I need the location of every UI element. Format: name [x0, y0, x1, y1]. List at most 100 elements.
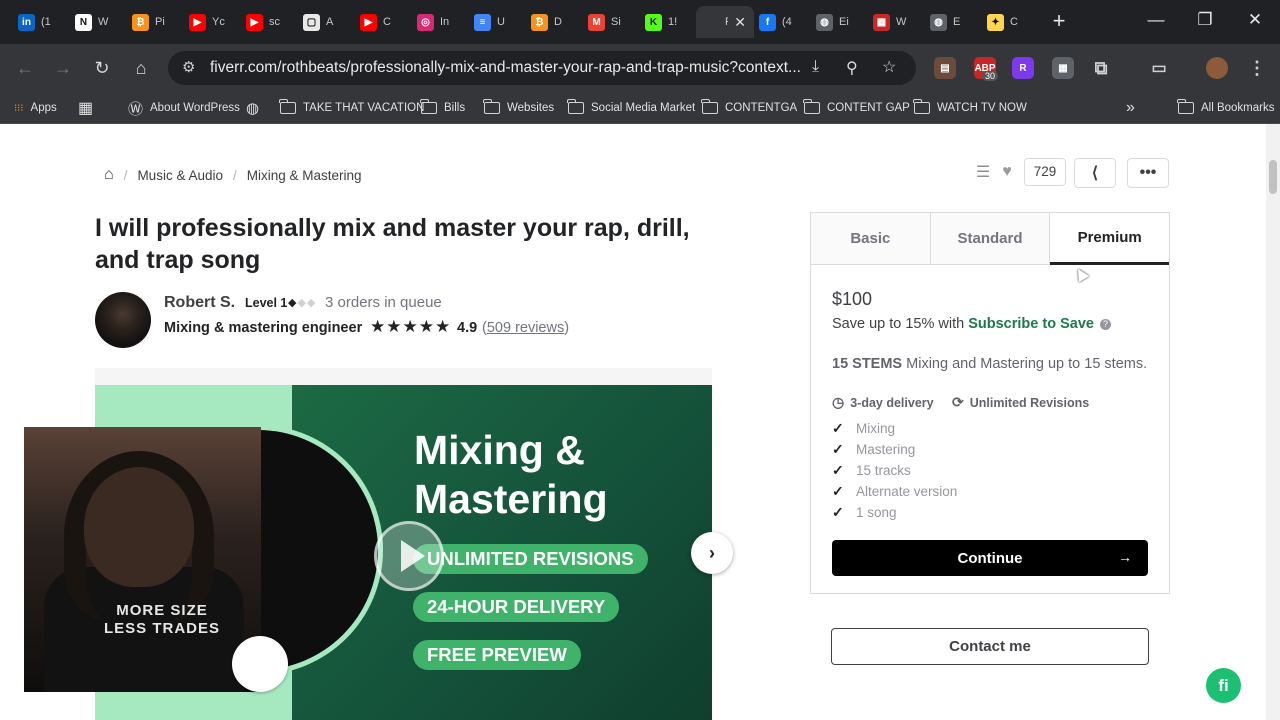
browser-tab[interactable]: ▦ W [867, 6, 925, 38]
address-bar[interactable]: ⚙ fiverr.com/rothbeats/professionally-mi… [168, 51, 916, 85]
browser-tab[interactable]: ✦ C [981, 6, 1039, 38]
new-tab-button[interactable]: + [1044, 8, 1074, 34]
gig-actions: ☰ ♥ 729 [972, 158, 1066, 186]
tab-title: W [896, 16, 907, 28]
browser-tab[interactable]: ₿ Pi [126, 6, 184, 38]
help-icon[interactable]: ? [1099, 319, 1111, 330]
subscribe-save-line: Save up to 15% with Subscribe to Save? [832, 316, 1111, 332]
breadcrumb-mixing-mastering[interactable]: Mixing & Mastering [247, 168, 362, 183]
scrollbar-thumb[interactable] [1269, 160, 1277, 194]
play-video-icon[interactable] [374, 521, 444, 591]
browser-tab[interactable]: ◍ Ei [810, 6, 868, 38]
pip-round-button[interactable] [232, 636, 288, 692]
extension-1-icon[interactable]: ▤ [934, 57, 956, 79]
more-options-button[interactable]: ••• [1127, 158, 1169, 188]
subscribe-to-save-link[interactable]: Subscribe to Save [968, 316, 1094, 332]
site-info-icon[interactable]: ⚙ [182, 51, 195, 85]
page-scrollbar[interactable] [1266, 124, 1280, 720]
browser-tab[interactable]: ▢ A [297, 6, 355, 38]
facebook-icon: f [759, 13, 776, 31]
continue-button[interactable]: Continue → [832, 540, 1148, 576]
gallery-next-button[interactable]: › [691, 532, 733, 574]
bookmark-label: Apps [30, 102, 57, 114]
tab-title: C [1010, 16, 1018, 28]
like-count[interactable]: 729 [1024, 158, 1066, 186]
tab-title: A [326, 16, 334, 28]
forward-button[interactable]: → [50, 55, 76, 81]
browser-tab[interactable]: ▶ Yc [183, 6, 241, 38]
bookmark-item[interactable]: CONTENT GAP [803, 99, 910, 117]
tab-title: C [383, 16, 391, 28]
back-button[interactable]: ← [12, 55, 38, 81]
bookmark-item[interactable]: ▦ [78, 99, 93, 117]
bookmark-item[interactable]: Bills [420, 99, 465, 117]
minimize-button[interactable]: — [1141, 10, 1171, 30]
bookmark-item[interactable]: ◍ [246, 99, 259, 117]
reviews-count[interactable]: 509 reviews [487, 320, 564, 336]
extensions-puzzle-icon[interactable]: ⧉ [1090, 57, 1112, 79]
tab-premium[interactable]: Premium [1050, 213, 1170, 265]
google-docs-icon: ≡ [474, 13, 491, 31]
collections-icon[interactable]: ☰ [972, 162, 994, 182]
browser-tab[interactable]: ◍ E [924, 6, 982, 38]
browser-tab[interactable]: ◎ In [411, 6, 469, 38]
more-bookmarks-icon[interactable]: » [1126, 99, 1135, 117]
browser-tab[interactable]: in (1 [12, 6, 70, 38]
breadcrumb-music-audio[interactable]: Music & Audio [137, 168, 223, 183]
tab-title: U [497, 16, 505, 28]
browser-menu-icon[interactable]: ⋮ [1246, 57, 1268, 79]
fiverr-chat-icon[interactable]: fi [1206, 668, 1241, 703]
bookmark-item[interactable]: TAKE THAT VACATION [279, 99, 424, 117]
extension-r-icon[interactable]: R [1012, 57, 1034, 79]
package-desc-title: 15 STEMS [832, 356, 903, 372]
folder-icon [420, 99, 437, 114]
tab-basic[interactable]: Basic [811, 213, 931, 264]
restore-button[interactable]: ❐ [1190, 10, 1220, 30]
home-icon[interactable]: ⌂ [104, 166, 114, 184]
browser-tab[interactable]: NW [69, 6, 127, 38]
bookmark-item[interactable]: WATCH TV NOW [913, 99, 1027, 117]
all-bookmarks-folder[interactable]: All Bookmarks [1177, 99, 1275, 117]
picture-in-picture-video[interactable]: MORE SIZE LESS TRADES [24, 427, 261, 692]
browser-tab[interactable]: f (4 [753, 6, 811, 38]
delivery-label: 3-day delivery [850, 395, 934, 410]
zoom-icon[interactable]: ⚲ [846, 58, 858, 78]
contact-me-button[interactable]: Contact me [831, 628, 1149, 665]
tab-standard[interactable]: Standard [930, 213, 1051, 264]
bookmark-star-icon[interactable]: ☆ [882, 57, 896, 77]
home-button[interactable]: ⌂ [128, 55, 154, 81]
feature-label: Alternate version [856, 484, 958, 499]
seller-name[interactable]: Robert S. [164, 294, 235, 312]
bookmark-item[interactable]: Ⓦ About WordPress [128, 99, 240, 118]
side-panel-icon[interactable]: ▭ [1148, 57, 1170, 79]
gallery-pill: FREE PREVIEW [413, 640, 581, 670]
bookmark-item[interactable]: Websites [483, 99, 554, 117]
reload-button[interactable]: ↻ [89, 55, 115, 81]
close-tab-icon[interactable]: ✕ [734, 14, 746, 31]
install-app-icon[interactable]: ⤓ [812, 58, 819, 76]
tab-title: Yc [212, 16, 225, 28]
browser-tab[interactable]: Pi ✕ [696, 6, 754, 38]
heart-icon[interactable]: ♥ [996, 163, 1018, 181]
browser-tab[interactable]: ▶ C [354, 6, 412, 38]
browser-tab[interactable]: K 1! [639, 6, 697, 38]
reviews-link[interactable]: (509 reviews) [482, 320, 569, 336]
extension-3-icon[interactable]: ▦ [1052, 57, 1074, 79]
bookmark-item[interactable]: ⁝⁝⁝ Apps [14, 99, 57, 117]
gmail-icon: M [588, 13, 605, 31]
url-text: fiverr.com/rothbeats/professionally-mix-… [210, 59, 801, 76]
feature-item: ✓ Mixing [832, 420, 895, 437]
seller-avatar[interactable] [95, 292, 151, 348]
share-button[interactable]: ⟨ [1074, 158, 1116, 188]
bookmark-item[interactable]: CONTENTGA [701, 99, 797, 117]
browser-tab[interactable]: ≡ U [468, 6, 526, 38]
browser-tab[interactable]: M Si [582, 6, 640, 38]
profile-avatar[interactable] [1206, 57, 1228, 79]
browser-tab[interactable]: ₿ D [525, 6, 583, 38]
checkmark-icon: ✓ [832, 462, 844, 478]
bookmark-item[interactable]: Social Media Market [567, 99, 695, 117]
tab-title: Pi [155, 16, 165, 28]
browser-tab[interactable]: ▶ sc [240, 6, 298, 38]
close-window-button[interactable]: ✕ [1240, 10, 1270, 30]
tab-title: In [440, 16, 450, 28]
